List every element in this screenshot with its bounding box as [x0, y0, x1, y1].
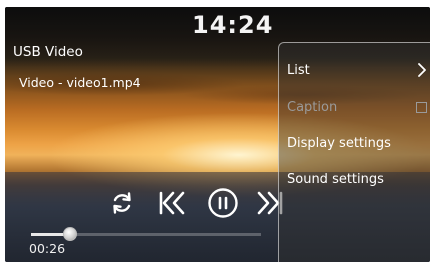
- menu-item-caption: Caption: [287, 93, 427, 121]
- pause-button[interactable]: [205, 185, 241, 221]
- pause-icon: [208, 188, 238, 218]
- progress-bar[interactable]: [31, 227, 261, 241]
- clock: 14:24: [192, 11, 274, 39]
- menu-item-label: Sound settings: [287, 171, 384, 187]
- source-title: USB Video: [13, 44, 83, 60]
- chevron-right-icon: [418, 63, 426, 77]
- file-name: Video - video1.mp4: [19, 75, 141, 90]
- previous-icon: [159, 191, 185, 215]
- checkbox-icon: [416, 102, 427, 113]
- video-player-screen[interactable]: 14:24 USB Video Video - video1.mp4 00:26…: [5, 7, 430, 262]
- options-menu: List Caption Display settings Sound sett…: [278, 42, 430, 262]
- repeat-icon: [113, 192, 131, 214]
- menu-item-label: Caption: [287, 99, 338, 115]
- elapsed-time: 00:26: [29, 241, 66, 256]
- repeat-button[interactable]: [104, 185, 140, 221]
- menu-item-label: List: [287, 62, 310, 78]
- progress-handle[interactable]: [63, 227, 78, 241]
- menu-item-display-settings[interactable]: Display settings: [287, 129, 427, 157]
- previous-button[interactable]: [154, 185, 190, 221]
- menu-item-list[interactable]: List: [287, 56, 427, 84]
- menu-item-sound-settings[interactable]: Sound settings: [287, 165, 427, 193]
- menu-item-label: Display settings: [287, 135, 391, 151]
